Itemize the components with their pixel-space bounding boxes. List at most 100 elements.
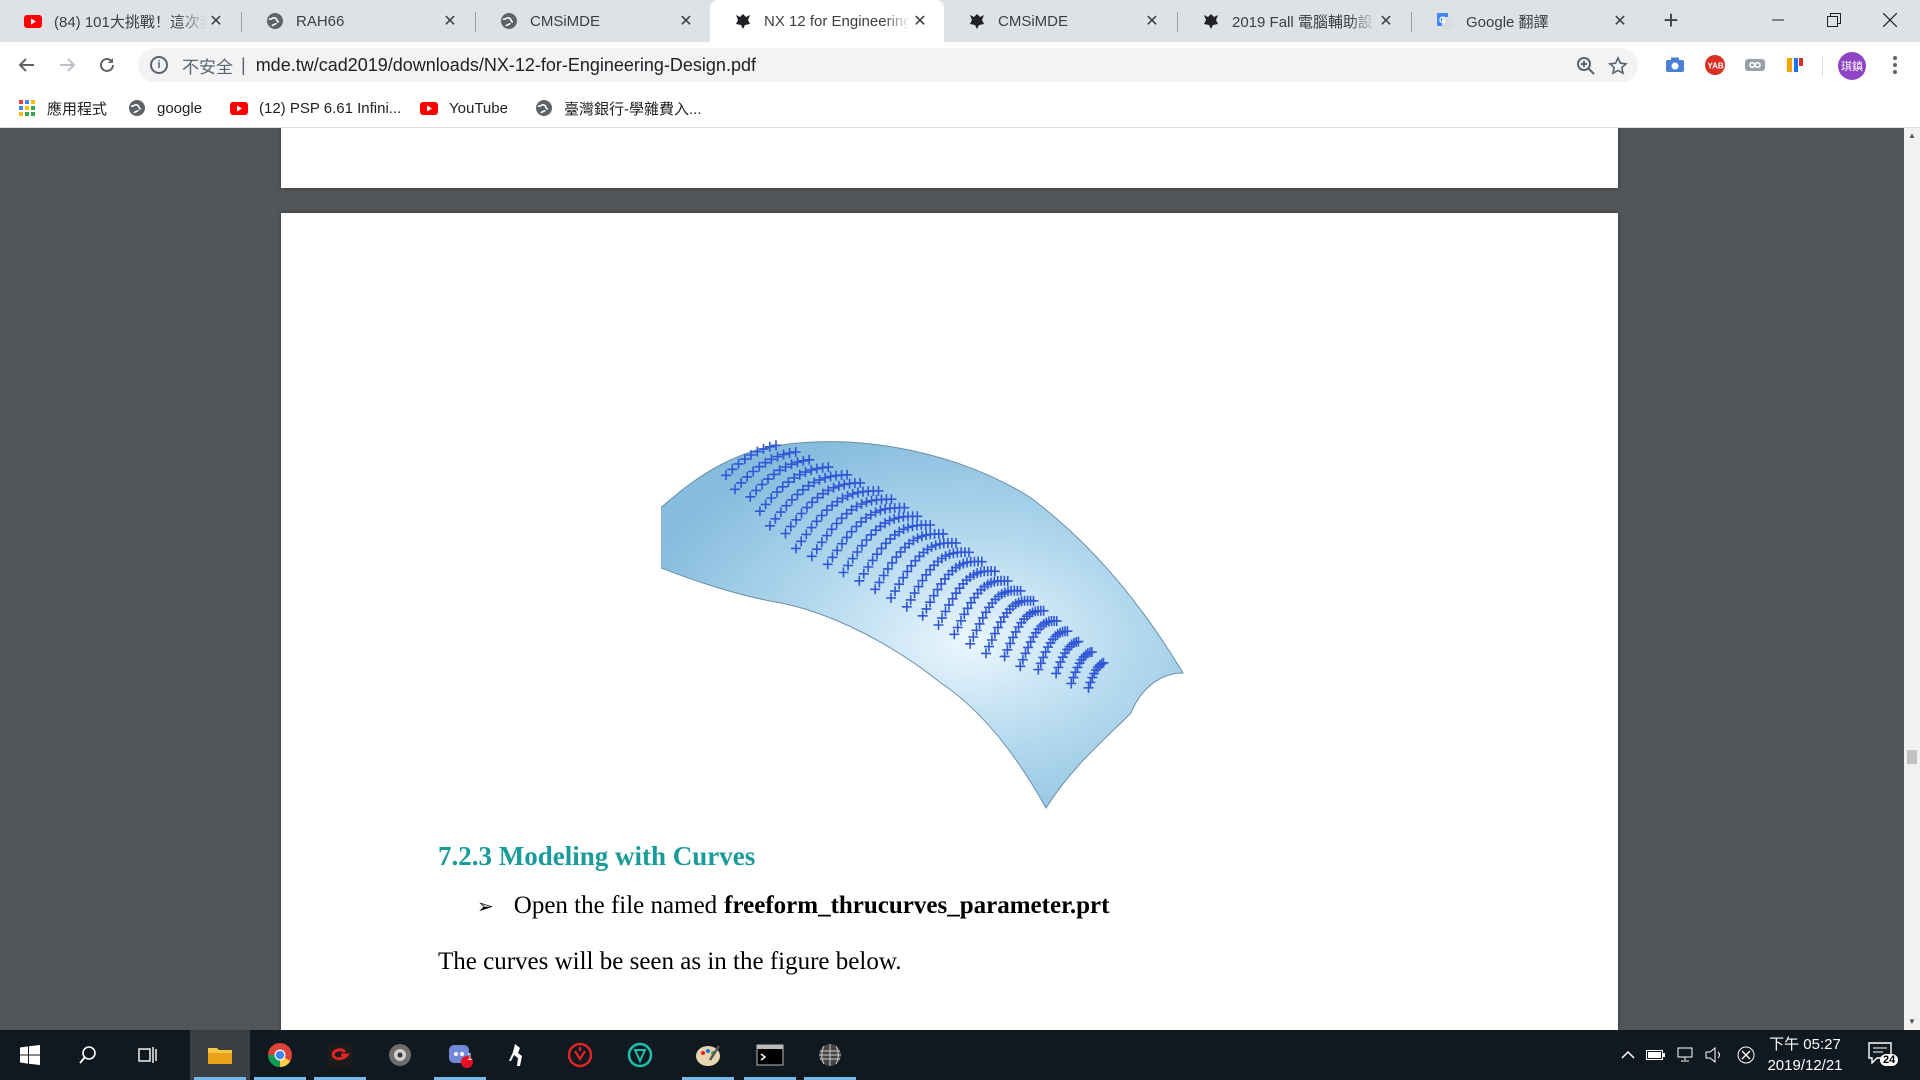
chrome-icon[interactable] — [250, 1030, 310, 1080]
tab-title: Google 翻譯 — [1466, 13, 1549, 31]
red-app-icon[interactable] — [550, 1030, 610, 1080]
tab-cmsimde-1[interactable]: CMSiMDE ✕ — [476, 0, 710, 42]
bookmark-star-icon[interactable] — [1606, 54, 1630, 78]
tab-title: RAH66 — [296, 12, 345, 30]
tab-title: NX 12 for Engineering — [764, 12, 910, 30]
svg-text:G: G — [1439, 15, 1446, 25]
bookmark-psp[interactable]: (12) PSP 6.61 Infini... — [230, 96, 401, 120]
infinity-extension-icon[interactable] — [1744, 54, 1766, 76]
tab-cmsimde-2[interactable]: CMSiMDE ✕ — [944, 0, 1176, 42]
scroll-up-arrow-icon[interactable]: ▲ — [1904, 128, 1920, 144]
back-button[interactable] — [12, 50, 42, 80]
bookmark-label: google — [157, 99, 203, 117]
info-icon[interactable]: i — [150, 56, 168, 74]
youtube-icon — [230, 99, 248, 117]
pdf-viewer[interactable]: 7.2.3 Modeling with Curves ➢ Open the fi… — [0, 128, 1904, 1030]
tab-title: (84) 101大挑戰！這次我 — [54, 13, 206, 31]
youtube-icon — [420, 99, 438, 117]
tab-youtube-101[interactable]: (84) 101大挑戰！這次我 ✕ — [0, 0, 240, 42]
close-icon[interactable]: ✕ — [1142, 11, 1162, 31]
globe-icon — [535, 99, 553, 117]
minimize-button[interactable] — [1750, 0, 1806, 40]
chevron-up-icon[interactable] — [1618, 1045, 1638, 1065]
bookmark-bank[interactable]: 臺灣銀行-學雜費入... — [535, 96, 702, 120]
body-paragraph: The curves will be seen as in the figure… — [438, 948, 902, 975]
bookmark-label: (12) PSP 6.61 Infini... — [259, 99, 402, 117]
tab-title: 2019 Fall 電腦輔助設計 — [1232, 13, 1376, 31]
address-bar[interactable]: i 不安全 | mde.tw/cad2019/downloads/NX-12-f… — [138, 48, 1638, 82]
tab-strip: (84) 101大挑戰！這次我 ✕ RAH66 ✕ CMSiMDE ✕ NX 1… — [0, 0, 1920, 42]
apps-grid-icon — [18, 99, 36, 117]
site-logo-icon — [734, 12, 752, 30]
globe-app-icon[interactable] — [800, 1030, 860, 1080]
close-window-button[interactable] — [1862, 0, 1918, 40]
network-icon[interactable] — [1676, 1045, 1696, 1065]
tab-title: CMSiMDE — [998, 12, 1068, 30]
scrollbar-thumb[interactable] — [1907, 750, 1917, 764]
pdf-page-current: 7.2.3 Modeling with Curves ➢ Open the fi… — [281, 213, 1618, 1030]
close-icon[interactable]: ✕ — [1610, 11, 1630, 31]
address-separator: | — [241, 54, 246, 75]
teal-app-icon[interactable] — [610, 1030, 670, 1080]
svg-text:YAB: YAB — [1708, 62, 1724, 71]
youtube-icon — [24, 12, 42, 30]
system-clock[interactable]: 下午 05:27 2019/12/21 — [1750, 1034, 1860, 1076]
bullet-text: Open the file named — [513, 892, 718, 919]
discord-badge-count: 1 — [467, 1052, 473, 1063]
zoom-icon[interactable] — [1574, 54, 1598, 78]
site-logo-icon — [1202, 12, 1220, 30]
discord-icon[interactable]: 1 — [430, 1030, 490, 1080]
section-heading: 7.2.3 Modeling with Curves — [438, 841, 756, 871]
bullet-filename: freeform_thrucurves_parameter.prt — [724, 892, 1110, 919]
profile-avatar[interactable]: 琪鎮 — [1838, 52, 1866, 80]
yab-extension-icon[interactable]: YAB — [1704, 54, 1726, 76]
menu-kebab-icon[interactable] — [1884, 54, 1906, 76]
security-label[interactable]: 不安全 — [182, 53, 233, 78]
tab-google-translate[interactable]: G Google 翻譯 ✕ — [1412, 0, 1644, 42]
file-explorer-icon[interactable] — [190, 1030, 250, 1080]
bookmark-label: 應用程式 — [47, 100, 108, 118]
google-translate-icon: G — [1436, 12, 1454, 30]
camera-extension-icon[interactable] — [1664, 54, 1686, 76]
vertical-scrollbar[interactable]: ▲ ▼ — [1904, 128, 1920, 1030]
garena-icon[interactable] — [310, 1030, 370, 1080]
terminal-icon[interactable] — [740, 1030, 800, 1080]
restore-button[interactable] — [1806, 0, 1862, 40]
windows-taskbar: 1 下午 05:27 2019/12/21 24 — [0, 1030, 1920, 1080]
bookmarks-bar: 應用程式 google (12) PSP 6.61 Infini... YouT… — [0, 88, 1920, 128]
close-icon[interactable]: ✕ — [206, 11, 226, 31]
translate-extension-icon[interactable] — [1784, 54, 1806, 76]
app-cog-icon[interactable] — [370, 1030, 430, 1080]
search-icon[interactable] — [58, 1030, 118, 1080]
bookmark-apps[interactable]: 應用程式 — [18, 96, 107, 120]
close-icon[interactable]: ✕ — [1376, 11, 1396, 31]
start-button[interactable] — [0, 1030, 60, 1080]
paint-icon[interactable] — [678, 1030, 738, 1080]
bookmark-label: 臺灣銀行-學雜費入... — [564, 100, 702, 118]
task-view-icon[interactable] — [118, 1030, 178, 1080]
toolbar-divider — [1822, 56, 1823, 76]
battery-icon[interactable] — [1646, 1045, 1666, 1065]
tab-title: CMSiMDE — [530, 12, 600, 30]
tab-rah66[interactable]: RAH66 ✕ — [242, 0, 474, 42]
new-tab-button[interactable]: + — [1656, 6, 1686, 36]
forward-button[interactable] — [52, 50, 82, 80]
scroll-down-arrow-icon[interactable]: ▼ — [1904, 1014, 1920, 1030]
notification-center-icon[interactable]: 24 — [1868, 1042, 1899, 1070]
tab-nx12-active[interactable]: NX 12 for Engineering ✕ — [710, 0, 944, 42]
close-icon[interactable]: ✕ — [440, 11, 460, 31]
reload-button[interactable] — [92, 50, 122, 80]
close-icon[interactable]: ✕ — [676, 11, 696, 31]
close-icon[interactable]: ✕ — [910, 11, 930, 31]
browser-toolbar: i 不安全 | mde.tw/cad2019/downloads/NX-12-f… — [0, 42, 1920, 88]
clock-date: 2019/12/21 — [1767, 1057, 1843, 1074]
bookmark-youtube[interactable]: YouTube — [420, 96, 508, 120]
site-logo-icon — [968, 12, 986, 30]
bookmark-google[interactable]: google — [128, 96, 202, 120]
pdf-page-previous — [281, 128, 1618, 188]
counter-strike-icon[interactable] — [490, 1030, 550, 1080]
url-text[interactable]: mde.tw/cad2019/downloads/NX-12-for-Engin… — [256, 55, 756, 76]
tab-2019-fall[interactable]: 2019 Fall 電腦輔助設計 ✕ — [1178, 0, 1410, 42]
volume-icon[interactable] — [1704, 1045, 1724, 1065]
globe-icon — [128, 99, 146, 117]
